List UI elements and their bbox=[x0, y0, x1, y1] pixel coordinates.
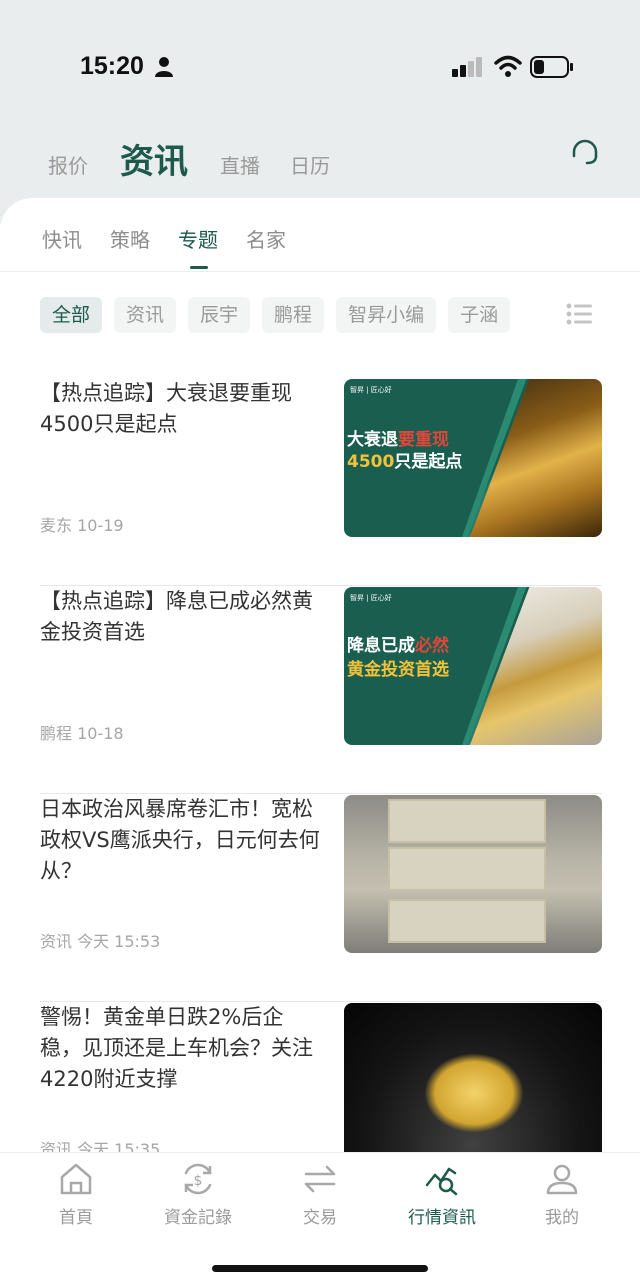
gold-ox-image bbox=[424, 1053, 524, 1133]
sub-tab-bar: 快讯 策略 专题 名家 bbox=[0, 218, 640, 272]
banknote-image bbox=[388, 799, 546, 843]
chip-all[interactable]: 全部 bbox=[40, 297, 103, 333]
news-item[interactable]: 【热点追踪】大衰退要重现4500只是起点 麦东 10-19 智昇 | 匠心好 大… bbox=[40, 378, 602, 586]
banknote-image bbox=[388, 899, 546, 943]
nav-label: 交易 bbox=[303, 1208, 337, 1228]
home-indicator bbox=[212, 1265, 428, 1272]
banknote-image bbox=[388, 847, 546, 891]
chip-pengcheng[interactable]: 鹏程 bbox=[262, 297, 325, 333]
gold-bull-image bbox=[470, 587, 602, 745]
svg-text:$: $ bbox=[194, 1173, 203, 1189]
nav-profile[interactable]: 我的 bbox=[498, 1161, 626, 1231]
bottom-navigation: 首頁 $ 資金記錄 交易 行情資訊 我的 bbox=[0, 1152, 640, 1280]
nav-label: 資金記錄 bbox=[164, 1208, 232, 1228]
news-item[interactable]: 【热点追踪】降息已成必然黄金投资首选 鹏程 10-18 智昇 | 匠心好 降息已… bbox=[40, 586, 602, 794]
news-title[interactable]: 【热点追踪】降息已成必然黄金投资首选 bbox=[40, 586, 325, 648]
subtab-flash[interactable]: 快讯 bbox=[42, 224, 82, 253]
header-background bbox=[0, 0, 640, 225]
nav-label: 行情資訊 bbox=[408, 1208, 476, 1228]
subtab-experts[interactable]: 名家 bbox=[246, 224, 286, 253]
news-thumbnail-gold-ox[interactable] bbox=[344, 1003, 602, 1161]
profile-icon bbox=[546, 1164, 578, 1195]
thumbnail-headline-line2: 黄金投资首选 bbox=[347, 660, 449, 680]
subtab-topics[interactable]: 专题 bbox=[178, 224, 218, 253]
tab-calendar[interactable]: 日历 bbox=[290, 150, 330, 179]
news-title[interactable]: 日本政治风暴席卷汇市！宽松政权VS鹰派央行，日元何去何从？ bbox=[40, 794, 325, 887]
nav-home[interactable]: 首頁 bbox=[12, 1161, 140, 1231]
news-meta: 麦东 10-19 bbox=[40, 516, 124, 535]
news-thumbnail[interactable]: 智昇 | 匠心好 降息已成必然 黄金投资首选 bbox=[344, 587, 602, 745]
thumbnail-logo: 智昇 | 匠心好 bbox=[350, 594, 392, 602]
subtab-strategy[interactable]: 策略 bbox=[110, 224, 150, 253]
person-icon bbox=[155, 57, 173, 77]
status-bar: 15:20 bbox=[0, 40, 640, 100]
thumbnail-headline-line1: 降息已成必然 bbox=[347, 636, 449, 656]
news-title[interactable]: 【热点追踪】大衰退要重现4500只是起点 bbox=[40, 378, 325, 440]
news-title[interactable]: 警惕！黄金单日跌2%后企稳，见顶还是上车机会？关注4220附近支撑 bbox=[40, 1002, 325, 1095]
transfer-arrows-icon bbox=[304, 1165, 336, 1193]
news-meta: 资讯 今天 15:53 bbox=[40, 932, 161, 951]
news-thumbnail-yen-banknotes[interactable] bbox=[344, 795, 602, 953]
gold-bars-image bbox=[470, 379, 602, 537]
news-meta: 鹏程 10-18 bbox=[40, 724, 124, 743]
status-time: 15:20 bbox=[80, 52, 144, 80]
nav-trade[interactable]: 交易 bbox=[256, 1161, 384, 1231]
nav-fund-records[interactable]: $ 資金記錄 bbox=[134, 1161, 262, 1231]
list-menu-icon[interactable] bbox=[566, 303, 592, 325]
thumbnail-headline-line2: 4500只是起点 bbox=[347, 452, 463, 472]
battery-icon bbox=[530, 56, 573, 78]
wifi-icon bbox=[494, 55, 522, 77]
filter-chip-row[interactable]: 全部 资讯 辰宇 鹏程 智昇小编 子涵 bbox=[40, 297, 520, 333]
tab-live[interactable]: 直播 bbox=[220, 150, 260, 179]
chip-editor[interactable]: 智昇小编 bbox=[336, 297, 437, 333]
chip-news[interactable]: 资讯 bbox=[114, 297, 177, 333]
chip-chenyu[interactable]: 辰宇 bbox=[188, 297, 251, 333]
tab-news[interactable]: 资讯 bbox=[120, 134, 188, 183]
fund-record-icon: $ bbox=[184, 1163, 212, 1195]
headset-icon[interactable] bbox=[570, 138, 600, 168]
nav-label: 我的 bbox=[545, 1208, 579, 1228]
chip-zihan[interactable]: 子涵 bbox=[448, 297, 511, 333]
subtab-active-indicator bbox=[190, 266, 208, 269]
nav-market-info[interactable]: 行情資訊 bbox=[378, 1161, 506, 1231]
tab-quotes[interactable]: 报价 bbox=[48, 150, 88, 179]
news-thumbnail[interactable]: 智昇 | 匠心好 大衰退要重现 4500只是起点 bbox=[344, 379, 602, 537]
market-info-icon bbox=[425, 1167, 458, 1196]
home-icon bbox=[60, 1163, 92, 1195]
nav-label: 首頁 bbox=[59, 1208, 93, 1228]
thumbnail-logo: 智昇 | 匠心好 bbox=[350, 386, 392, 394]
news-item[interactable]: 日本政治风暴席卷汇市！宽松政权VS鹰派央行，日元何去何从？ 资讯 今天 15:5… bbox=[40, 794, 602, 1002]
cellular-signal-icon bbox=[452, 57, 482, 77]
main-tab-bar: 报价 资讯 直播 日历 bbox=[0, 128, 640, 188]
